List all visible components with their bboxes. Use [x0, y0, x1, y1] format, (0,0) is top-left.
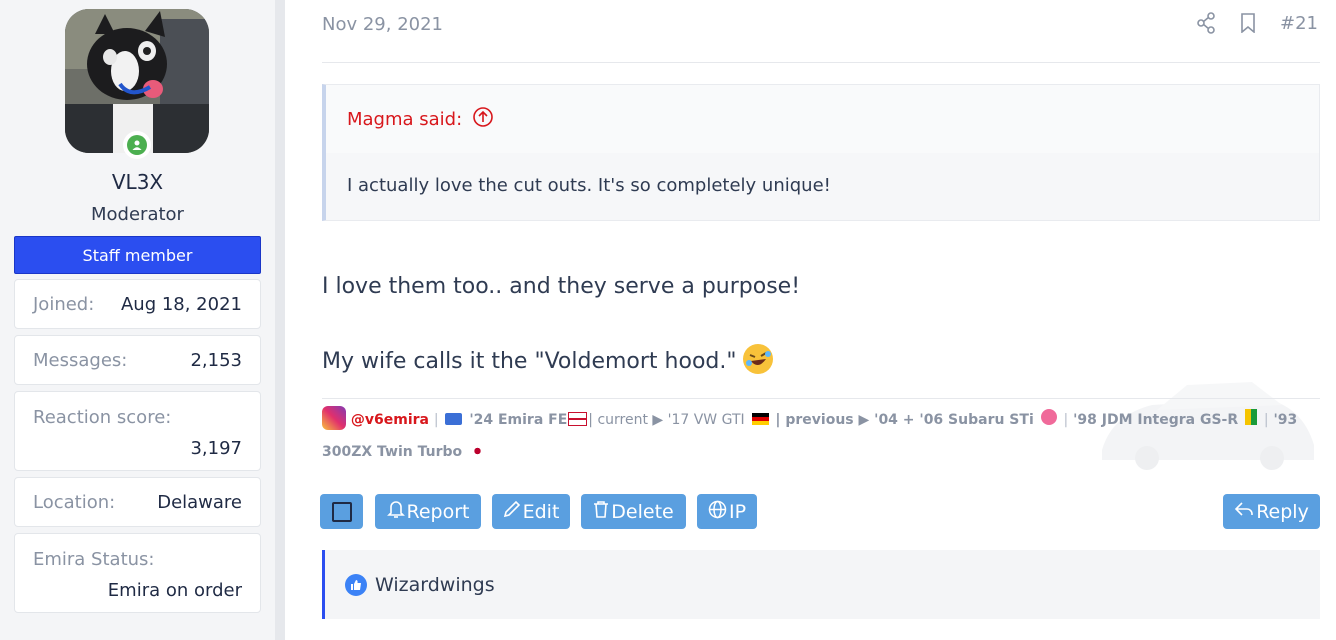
message-line-1: I love them too.. and they serve a purpo…	[322, 274, 801, 299]
quote-text: I actually love the cut outs. It's so co…	[347, 175, 831, 196]
reaction-score-stat: Reaction score: 3,197	[14, 391, 261, 471]
quote-header[interactable]: Magma said:	[326, 85, 1319, 153]
ip-button-label: IP	[728, 500, 747, 523]
messages-value[interactable]: 2,153	[190, 350, 242, 371]
messages-label: Messages:	[33, 349, 128, 371]
reaction-score-label: Reaction score:	[33, 407, 172, 428]
cherry-blossom-icon	[1040, 409, 1057, 425]
signature-separator-2: |	[1063, 412, 1069, 428]
location-value[interactable]: Delaware	[157, 492, 242, 513]
emira-status-label: Emira Status:	[33, 549, 155, 570]
joined-label: Joined:	[33, 293, 95, 315]
jump-to-quote-icon[interactable]	[472, 106, 494, 133]
rofl-emoji-icon	[742, 344, 773, 374]
reply-arrow-icon	[1234, 500, 1254, 523]
delete-button-label: Delete	[611, 500, 674, 523]
signature-separator-3: |	[1263, 412, 1269, 428]
germany-flag-icon	[751, 413, 769, 425]
edit-button-label: Edit	[522, 500, 560, 523]
delete-button[interactable]: Delete	[581, 494, 686, 529]
reply-button[interactable]: Reply	[1223, 494, 1320, 529]
reactions-bar: Wizardwings	[322, 550, 1320, 619]
location-stat: Location: Delaware	[14, 477, 261, 527]
bell-icon	[386, 499, 405, 524]
post-number-link[interactable]: #21	[1280, 13, 1318, 34]
author-sidebar: VL3X Moderator Staff member Joined: Aug …	[0, 0, 275, 640]
username[interactable]: VL3X	[0, 170, 275, 194]
uk-flag-icon	[568, 412, 588, 426]
reply-button-label: Reply	[1256, 500, 1309, 523]
like-icon	[345, 573, 367, 596]
message-line-2: My wife calls it the "Voldemort hood."	[322, 349, 737, 374]
bookmark-icon[interactable]	[1238, 12, 1258, 34]
signature-car-6: Twin Turbo	[377, 444, 463, 460]
edit-button[interactable]: Edit	[492, 494, 570, 529]
staff-member-banner: Staff member	[14, 236, 261, 274]
post-date[interactable]: Nov 29, 2021	[322, 14, 443, 35]
signature-car-2: | current ▶ '17 VW GTI	[588, 412, 745, 428]
signature-car-4: '98 JDM Integra GS-R	[1073, 412, 1239, 428]
pencil-icon	[503, 500, 521, 523]
coming-soon-icon	[445, 413, 463, 425]
japan-flag-icon	[469, 445, 487, 457]
report-button[interactable]: Report	[375, 494, 481, 529]
sidebar-divider	[275, 0, 285, 640]
messages-stat: Messages: 2,153	[14, 335, 261, 385]
location-label: Location:	[33, 491, 116, 513]
signature-car-3: | previous ▶ '04 + '06 Subaru STi	[775, 412, 1034, 428]
beginner-symbol-icon	[1245, 409, 1258, 425]
signature-separator: |	[433, 412, 439, 428]
emira-status-stat: Emira Status: Emira on order	[14, 533, 261, 613]
message-line-2-wrap: My wife calls it the "Voldemort hood."	[322, 344, 773, 374]
checkbox-icon	[331, 501, 352, 522]
instagram-icon[interactable]	[322, 406, 346, 430]
joined-stat: Joined: Aug 18, 2021	[14, 279, 261, 329]
quote-author[interactable]: Magma said:	[347, 109, 462, 130]
post-header-actions: #21	[1196, 12, 1318, 34]
joined-value: Aug 18, 2021	[120, 293, 242, 315]
reaction-users-link[interactable]: Wizardwings	[375, 574, 495, 596]
trash-icon	[593, 500, 609, 523]
post-action-bar: Report Edit Delete IP Reply	[320, 494, 1320, 530]
emira-status-value: Emira on order	[107, 580, 242, 601]
signature-car-1: '24 Emira FE	[469, 412, 568, 428]
select-post-checkbox[interactable]	[320, 494, 363, 529]
reaction-score-value: 3,197	[190, 438, 242, 459]
user-title: Moderator	[91, 204, 184, 225]
quote-block: Magma said: I actually love the cut outs…	[322, 84, 1320, 221]
instagram-handle-link[interactable]: @v6emira	[351, 412, 429, 428]
globe-icon	[708, 500, 727, 524]
signature: @v6emira | '24 Emira FE | current ▶ '17 V…	[322, 404, 1317, 468]
header-divider	[322, 62, 1320, 63]
online-status-indicator	[123, 131, 151, 159]
ip-button[interactable]: IP	[697, 494, 757, 529]
user-status-icon	[127, 135, 147, 155]
report-button-label: Report	[406, 500, 470, 523]
share-icon[interactable]	[1196, 12, 1216, 34]
